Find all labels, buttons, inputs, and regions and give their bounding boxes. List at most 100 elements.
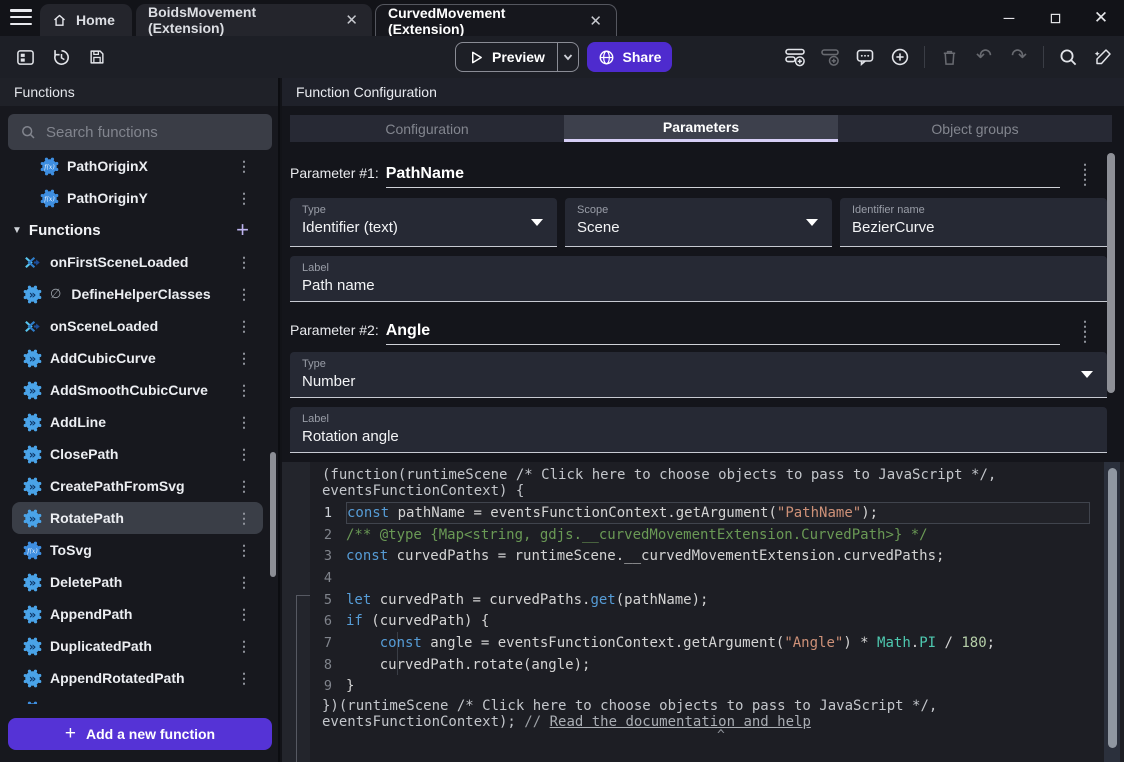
code-line-2[interactable]: 2/** @type {Map<string, gdjs.__curvedMov…: [310, 524, 1124, 546]
fx-icon: f(x): [23, 541, 42, 560]
function-label: AppendRotatedPath: [50, 670, 229, 686]
share-button[interactable]: Share: [587, 42, 672, 72]
tab-configuration[interactable]: Configuration: [290, 115, 564, 142]
add-function-button[interactable]: + Add a new function: [8, 718, 272, 750]
item-menu-icon[interactable]: ⋮: [237, 193, 251, 203]
maximize-icon[interactable]: [1032, 10, 1078, 27]
close-icon[interactable]: ✕: [1078, 8, 1124, 28]
code-line-4[interactable]: 4: [310, 567, 1124, 589]
save-icon[interactable]: [86, 46, 108, 68]
param2-type-select[interactable]: Type Number: [290, 352, 1107, 398]
param1-label-input[interactable]: Label Path name: [290, 256, 1107, 302]
parameters-scrollbar[interactable]: [1107, 153, 1115, 393]
item-menu-icon[interactable]: ⋮: [237, 289, 251, 299]
history-icon[interactable]: [50, 46, 72, 68]
item-menu-icon[interactable]: ⋮: [237, 385, 251, 395]
code-wrapper-footer: })(runtimeScene /* Click here to choose …: [310, 698, 1124, 730]
item-menu-icon[interactable]: ⋮: [237, 609, 251, 619]
code-line-1[interactable]: 1const pathName = eventsFunctionContext.…: [310, 502, 1124, 524]
search-icon[interactable]: [1057, 46, 1079, 68]
code-panel[interactable]: (function(runtimeScene /* Click here to …: [310, 462, 1124, 762]
fx-icon: f(x): [40, 189, 59, 208]
item-menu-icon[interactable]: ⋮: [237, 161, 251, 171]
item-menu-icon[interactable]: ⋮: [237, 353, 251, 363]
item-menu-icon[interactable]: ⋮: [237, 449, 251, 459]
item-menu-icon[interactable]: ⋮: [237, 417, 251, 427]
function-item-AppendRotatedPath[interactable]: »AppendRotatedPath⋮: [12, 662, 263, 694]
function-item-RotatePath[interactable]: »RotatePath⋮: [12, 502, 263, 534]
tab-parameters[interactable]: Parameters: [564, 115, 838, 142]
function-item-DeletePath[interactable]: »DeletePath⋮: [12, 566, 263, 598]
code-line-9[interactable]: 9}: [310, 676, 1124, 698]
function-item-DuplicatedPath[interactable]: »DuplicatedPath⋮: [12, 630, 263, 662]
function-item-PathOriginY[interactable]: f(x)PathOriginY⋮: [12, 182, 263, 214]
function-item-AppendPath[interactable]: »AppendPath⋮: [12, 598, 263, 630]
title-bar: Home BoidsMovement (Extension) ✕ CurvedM…: [0, 0, 1124, 36]
parameter-name-input[interactable]: PathName: [386, 165, 1060, 188]
sidebar-scrollbar[interactable]: [270, 452, 276, 577]
menu-icon[interactable]: [10, 9, 32, 27]
search-input[interactable]: Search functions: [8, 114, 272, 150]
configuration-tabs: Configuration Parameters Object groups: [290, 115, 1112, 142]
function-label: AddSmoothCubicCurve: [50, 382, 229, 398]
function-item-ToSvg[interactable]: f(x)ToSvg⋮: [12, 534, 263, 566]
item-menu-icon[interactable]: ⋮: [237, 513, 251, 523]
function-item-DefineHelperClasses[interactable]: »∅DefineHelperClasses⋮: [12, 278, 263, 310]
item-menu-icon[interactable]: ⋮: [237, 481, 251, 491]
code-scrollbar-thumb[interactable]: [1108, 468, 1117, 748]
action-icon: »: [23, 413, 42, 432]
close-icon[interactable]: ✕: [343, 11, 360, 29]
parameter-index-label: Parameter #2:: [290, 322, 379, 345]
code-line-7[interactable]: 7 const angle = eventsFunctionContext.ge…: [310, 632, 1124, 654]
item-menu-icon[interactable]: ⋮: [237, 577, 251, 587]
minimize-icon[interactable]: ─: [986, 10, 1032, 27]
tab-label: BoidsMovement (Extension): [148, 4, 334, 36]
code-line-6[interactable]: 6if (curvedPath) {: [310, 610, 1124, 632]
add-event-icon[interactable]: [784, 46, 806, 68]
preview-button[interactable]: Preview: [455, 42, 579, 72]
item-menu-icon[interactable]: ⋮: [237, 321, 251, 331]
item-menu-icon[interactable]: ⋮: [237, 641, 251, 651]
item-menu-icon[interactable]: ⋮: [237, 257, 251, 267]
item-menu-icon[interactable]: ⋮: [237, 545, 251, 555]
parameter-2-menu-icon[interactable]: ⋮⋮: [1075, 321, 1095, 341]
function-item-CreatePathFromSvg[interactable]: »CreatePathFromSvg⋮: [12, 470, 263, 502]
param1-type-select[interactable]: Type Identifier (text): [290, 198, 557, 247]
preview-label: Preview: [492, 49, 545, 65]
tab-curvedmovement[interactable]: CurvedMovement (Extension) ✕: [375, 4, 617, 36]
param2-label-input[interactable]: Label Rotation angle: [290, 407, 1107, 453]
code-line-3[interactable]: 3const curvedPaths = runtimeScene.__curv…: [310, 545, 1124, 567]
code-line-5[interactable]: 5let curvedPath = curvedPaths.get(pathNa…: [310, 589, 1124, 611]
parameter-name-input[interactable]: Angle: [386, 322, 1060, 345]
add-icon[interactable]: +: [236, 220, 249, 240]
functions-section-header[interactable]: ▼Functions+: [0, 214, 263, 246]
function-label: CreatePathFromSvg: [50, 478, 229, 494]
function-item-SpeedScaleY[interactable]: f(x)SpeedScaleY⋮: [12, 694, 263, 704]
action-icon: »: [23, 605, 42, 624]
add-comment-icon[interactable]: [854, 46, 876, 68]
fold-caret-icon[interactable]: ^: [717, 728, 725, 743]
globe-icon: [598, 49, 615, 66]
tab-object-groups[interactable]: Object groups: [838, 115, 1112, 142]
tab-boidsmovement[interactable]: BoidsMovement (Extension) ✕: [136, 4, 372, 36]
tab-home[interactable]: Home: [40, 4, 132, 36]
item-menu-icon[interactable]: ⋮: [237, 673, 251, 683]
chevron-down-icon[interactable]: [558, 51, 578, 63]
code-line-8[interactable]: 8 curvedPath.rotate(angle);: [310, 654, 1124, 676]
function-item-onFirstSceneLoaded[interactable]: onFirstSceneLoaded⋮: [12, 246, 263, 278]
function-item-AddCubicCurve[interactable]: »AddCubicCurve⋮: [12, 342, 263, 374]
function-item-ClosePath[interactable]: »ClosePath⋮: [12, 438, 263, 470]
close-icon[interactable]: ✕: [587, 12, 604, 30]
panels-layout-icon[interactable]: [14, 46, 36, 68]
parameter-1-menu-icon[interactable]: ⋮⋮: [1075, 164, 1095, 184]
function-item-AddSmoothCubicCurve[interactable]: »AddSmoothCubicCurve⋮: [12, 374, 263, 406]
function-item-PathOriginX[interactable]: f(x)PathOriginX⋮: [12, 150, 263, 182]
collapse-triangle-icon[interactable]: ▼: [12, 225, 22, 236]
function-item-AddLine[interactable]: »AddLine⋮: [12, 406, 263, 438]
customize-icon[interactable]: [1092, 46, 1114, 68]
field-value: Number: [302, 373, 1095, 390]
function-item-onSceneLoaded[interactable]: onSceneLoaded⋮: [12, 310, 263, 342]
param1-scope-select[interactable]: Scope Scene: [565, 198, 832, 247]
param1-identifier-input[interactable]: Identifier name BezierCurve: [840, 198, 1107, 247]
add-other-icon[interactable]: [889, 46, 911, 68]
